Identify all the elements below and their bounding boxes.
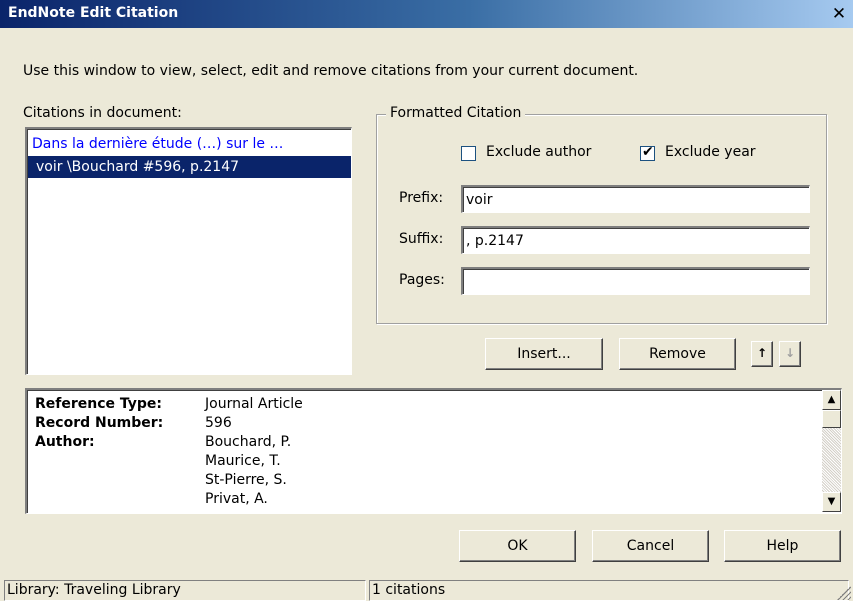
record-number-key: Record Number: — [35, 415, 164, 431]
insert-button[interactable]: Insert... — [485, 338, 603, 370]
status-library: Library: Traveling Library — [4, 580, 366, 601]
edit-citation-dialog: EndNote Edit Citation ✕ Use this window … — [0, 0, 853, 601]
status-citation-count: 1 citations — [369, 580, 849, 601]
pages-label: Pages: — [399, 272, 445, 288]
reference-type-key: Reference Type: — [35, 396, 163, 412]
prefix-input[interactable] — [461, 185, 810, 213]
author-value: Privat, A. — [205, 491, 268, 507]
exclude-author-label[interactable]: Exclude author — [486, 144, 591, 160]
prefix-label: Prefix: — [399, 190, 444, 206]
status-bar: Library: Traveling Library 1 citations — [0, 578, 853, 601]
suffix-input[interactable] — [461, 226, 810, 254]
formatted-citation-legend: Formatted Citation — [386, 105, 526, 121]
reference-scrollbar[interactable]: ▲ ▼ — [822, 390, 841, 512]
record-number-value: 596 — [205, 415, 232, 431]
citation-item-selected[interactable]: voir \Bouchard #596, p.2147 — [28, 156, 351, 178]
exclude-author-checkbox[interactable] — [461, 146, 476, 161]
remove-button[interactable]: Remove — [619, 338, 736, 370]
instruction-text: Use this window to view, select, edit an… — [23, 63, 639, 79]
help-button[interactable]: Help — [724, 530, 841, 562]
move-up-button[interactable]: ↑ — [751, 341, 773, 367]
author-value: St-Pierre, S. — [205, 472, 287, 488]
scroll-thumb[interactable] — [822, 410, 841, 428]
reference-detail[interactable]: Reference Type: Journal Article Record N… — [25, 388, 842, 514]
title-bar[interactable]: EndNote Edit Citation ✕ — [0, 0, 853, 28]
scroll-up-icon[interactable]: ▲ — [822, 390, 841, 410]
exclude-year-checkbox[interactable]: ✔ — [640, 144, 655, 161]
move-down-button[interactable]: ↓ — [779, 341, 801, 367]
ok-button[interactable]: OK — [459, 530, 576, 562]
scroll-down-icon[interactable]: ▼ — [822, 492, 841, 512]
resize-grip-icon[interactable] — [837, 586, 851, 600]
citation-item[interactable]: Dans la dernière étude (…) sur le … — [28, 133, 351, 155]
author-value: Maurice, T. — [205, 453, 281, 469]
author-key: Author: — [35, 434, 95, 450]
reference-type-value: Journal Article — [205, 396, 303, 412]
close-icon[interactable]: ✕ — [828, 0, 850, 28]
citations-label: Citations in document: — [23, 105, 182, 121]
pages-input[interactable] — [461, 267, 810, 295]
window-title: EndNote Edit Citation — [8, 5, 179, 21]
checkmark-icon: ✔ — [642, 144, 654, 160]
cancel-button[interactable]: Cancel — [592, 530, 709, 562]
citations-list[interactable]: Dans la dernière étude (…) sur le … voir… — [25, 127, 352, 375]
author-value: Bouchard, P. — [205, 434, 292, 450]
suffix-label: Suffix: — [399, 231, 444, 247]
exclude-year-label[interactable]: Exclude year — [665, 144, 756, 160]
